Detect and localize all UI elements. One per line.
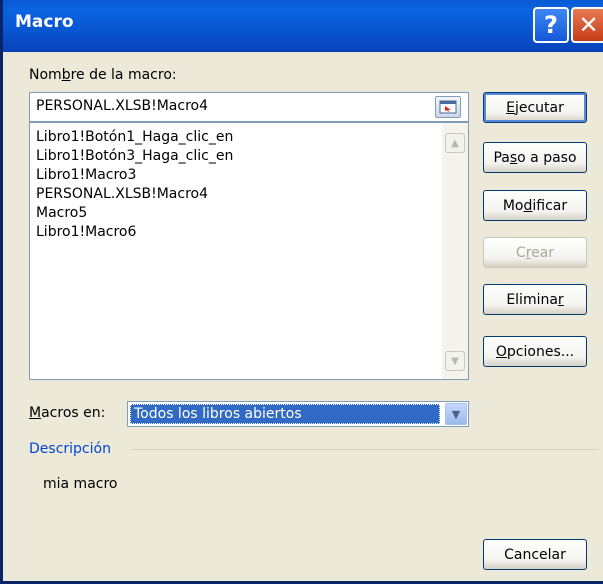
chevron-up-icon: ▲ bbox=[451, 137, 459, 149]
macro-dialog: Macro ? ✕ Nombre de la macro: PERSONAL.X… bbox=[0, 0, 603, 584]
scroll-down-button[interactable]: ▼ bbox=[445, 351, 465, 371]
macro-list[interactable]: Libro1!Botón1_Haga_clic_en Libro1!Botón3… bbox=[29, 122, 469, 380]
options-button-label: Opciones... bbox=[495, 343, 575, 360]
macros-in-select[interactable]: Todos los libros abiertos ▼ bbox=[127, 401, 469, 427]
macros-in-label: Macros en: bbox=[29, 405, 106, 421]
cancel-button-label: Cancelar bbox=[504, 546, 566, 563]
run-button-label: E bbox=[506, 99, 515, 116]
scroll-up-button[interactable]: ▲ bbox=[445, 133, 465, 153]
run-button[interactable]: Ejecutar bbox=[483, 92, 587, 123]
list-item[interactable]: PERSONAL.XLSB!Macro4 bbox=[36, 186, 208, 203]
delete-button[interactable]: Eliminar bbox=[483, 284, 587, 315]
macros-in-selected: Todos los libros abiertos bbox=[130, 404, 440, 424]
list-item[interactable]: Libro1!Botón1_Haga_clic_en bbox=[36, 129, 233, 146]
description-divider bbox=[131, 449, 599, 450]
options-button[interactable]: Opciones... bbox=[483, 336, 587, 367]
macro-name-value: PERSONAL.XLSB!Macro4 bbox=[36, 98, 208, 114]
collapse-dialog-icon bbox=[439, 100, 457, 114]
list-item[interactable]: Libro1!Macro3 bbox=[36, 167, 136, 184]
window-title: Macro bbox=[15, 12, 74, 32]
close-icon: ✕ bbox=[578, 11, 599, 39]
create-button-label: Crear bbox=[515, 244, 555, 261]
delete-button-label: Eliminar bbox=[506, 291, 564, 308]
chevron-down-icon: ▼ bbox=[451, 355, 459, 367]
description-text: mia macro bbox=[43, 476, 118, 492]
run-button-label-rest: jecutar bbox=[514, 99, 564, 116]
list-item[interactable]: Macro5 bbox=[36, 205, 87, 222]
list-scrollbar[interactable]: ▲ ▼ bbox=[442, 123, 468, 379]
list-item[interactable]: Libro1!Macro6 bbox=[36, 224, 136, 241]
help-button[interactable]: ? bbox=[533, 7, 569, 43]
title-bar[interactable]: Macro ? ✕ bbox=[3, 0, 603, 52]
list-item[interactable]: Libro1!Botón3_Haga_clic_en bbox=[36, 148, 233, 165]
cancel-button[interactable]: Cancelar bbox=[483, 539, 587, 570]
edit-button-label: Modificar bbox=[502, 197, 568, 214]
close-button[interactable]: ✕ bbox=[571, 7, 603, 43]
description-label: Descripción bbox=[29, 441, 111, 457]
edit-button[interactable]: Modificar bbox=[483, 190, 587, 221]
question-mark-icon: ? bbox=[544, 11, 558, 39]
macro-name-label: Nombre de la macro: bbox=[29, 67, 177, 83]
collapse-dialog-button[interactable] bbox=[435, 96, 461, 118]
create-button[interactable]: Crear bbox=[483, 237, 587, 268]
chevron-down-icon: ▼ bbox=[451, 407, 461, 421]
dropdown-button[interactable]: ▼ bbox=[445, 403, 467, 425]
macro-name-input[interactable]: PERSONAL.XLSB!Macro4 bbox=[29, 92, 469, 122]
step-into-button-label: Paso a paso bbox=[493, 149, 577, 166]
step-into-button[interactable]: Paso a paso bbox=[483, 142, 587, 173]
